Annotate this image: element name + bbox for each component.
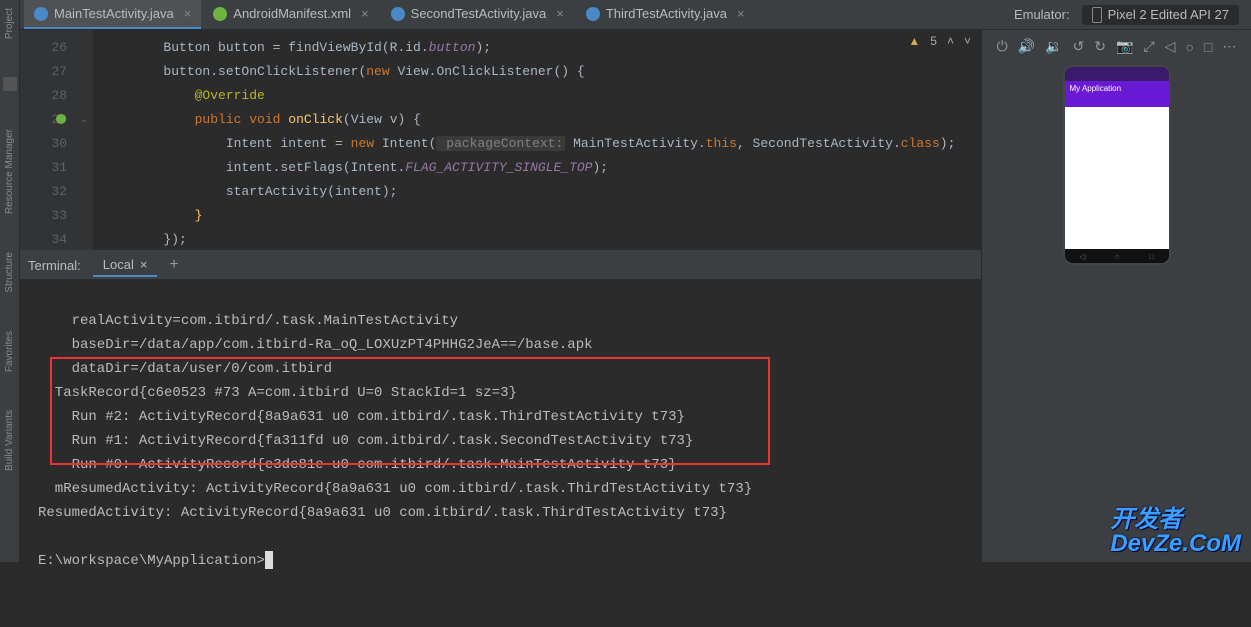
java-file-icon bbox=[391, 7, 405, 21]
chevron-up-icon[interactable]: ˄ bbox=[947, 34, 954, 48]
emulator-bar: Emulator: Pixel 2 Edited API 27 bbox=[1014, 0, 1247, 29]
dock-icon[interactable] bbox=[3, 77, 17, 91]
tab-label: ThirdTestActivity.java bbox=[606, 6, 727, 21]
back-icon[interactable]: ◁ bbox=[1165, 38, 1176, 55]
terminal-label: Terminal: bbox=[28, 258, 81, 273]
terminal-line: realActivity=com.itbird/.task.MainTestAc… bbox=[38, 313, 458, 329]
terminal-prompt: E:\workspace\MyApplication> bbox=[38, 553, 265, 569]
close-icon[interactable]: × bbox=[737, 6, 745, 21]
chevron-down-icon[interactable]: ˅ bbox=[964, 34, 971, 48]
left-dock: Project Resource Manager Structure Favor… bbox=[0, 0, 20, 562]
phone-icon bbox=[1092, 7, 1102, 23]
tab-main-test-activity[interactable]: MainTestActivity.java × bbox=[24, 0, 201, 29]
volume-down-icon[interactable]: 🔉 bbox=[1045, 38, 1062, 55]
terminal-cursor bbox=[265, 551, 273, 569]
more-icon[interactable]: ⋯ bbox=[1222, 38, 1236, 55]
tab-android-manifest[interactable]: AndroidManifest.xml × bbox=[203, 0, 378, 29]
dock-project[interactable]: Project bbox=[4, 4, 15, 43]
tab-label: AndroidManifest.xml bbox=[233, 6, 351, 21]
zoom-icon[interactable]: ⤢ bbox=[1143, 38, 1154, 55]
add-terminal-button[interactable]: + bbox=[169, 256, 178, 274]
terminal-line: ResumedActivity: ActivityRecord{8a9a631 … bbox=[38, 505, 727, 521]
tab-third-test-activity[interactable]: ThirdTestActivity.java × bbox=[576, 0, 755, 29]
close-icon[interactable]: × bbox=[556, 6, 564, 21]
terminal-line: Run #1: ActivityRecord{fa311fd u0 com.it… bbox=[38, 433, 693, 449]
code-editor[interactable]: ▲ 5 ˄ ˅ 26 27 28 29 30 31 32 33 34 bbox=[20, 30, 981, 250]
rotate-left-icon[interactable]: ↺ bbox=[1073, 38, 1085, 55]
close-icon[interactable]: × bbox=[140, 257, 148, 272]
phone-statusbar bbox=[1065, 67, 1169, 81]
home-icon[interactable]: ○ bbox=[1185, 39, 1193, 55]
terminal-panel: Terminal: Local × + realActivity=com.itb… bbox=[20, 250, 981, 627]
terminal-tab-local[interactable]: Local × bbox=[93, 254, 158, 277]
editor-tab-bar: MainTestActivity.java × AndroidManifest.… bbox=[20, 0, 1251, 30]
dock-favorites[interactable]: Favorites bbox=[4, 327, 15, 376]
fold-gutter[interactable]: ⌄ bbox=[75, 30, 93, 250]
close-icon[interactable]: × bbox=[184, 6, 192, 21]
phone-screen[interactable] bbox=[1065, 107, 1169, 249]
main-column: MainTestActivity.java × AndroidManifest.… bbox=[20, 0, 1251, 562]
terminal-line: Run #2: ActivityRecord{8a9a631 u0 com.it… bbox=[38, 409, 685, 425]
terminal-line: Run #0: ActivityRecord{e3dc81e u0 com.it… bbox=[38, 457, 677, 473]
device-name: Pixel 2 Edited API 27 bbox=[1108, 7, 1229, 22]
terminal-line: baseDir=/data/app/com.itbird-Ra_oQ_LOXUz… bbox=[38, 337, 593, 353]
java-file-icon bbox=[34, 7, 48, 21]
terminal-line: dataDir=/data/user/0/com.itbird bbox=[38, 361, 332, 377]
warning-icon: ▲ bbox=[908, 34, 920, 48]
power-icon[interactable]: ⏻ bbox=[997, 38, 1008, 55]
xml-file-icon bbox=[213, 7, 227, 21]
tab-second-test-activity[interactable]: SecondTestActivity.java × bbox=[381, 0, 574, 29]
emulator-label: Emulator: bbox=[1014, 7, 1070, 22]
screenshot-icon[interactable]: 📷 bbox=[1116, 38, 1133, 55]
terminal-body[interactable]: realActivity=com.itbird/.task.MainTestAc… bbox=[20, 279, 981, 627]
dock-structure[interactable]: Structure bbox=[4, 248, 15, 297]
dock-build-variants[interactable]: Build Variants bbox=[4, 406, 15, 475]
warning-count: 5 bbox=[930, 34, 937, 48]
phone-appbar: My Application bbox=[1065, 81, 1169, 107]
overview-icon[interactable]: □ bbox=[1204, 39, 1212, 55]
breakpoint-icon[interactable] bbox=[56, 114, 66, 124]
rotate-right-icon[interactable]: ↻ bbox=[1094, 38, 1106, 55]
code-content[interactable]: Button button = findViewById(R.id.button… bbox=[93, 30, 963, 250]
emulator-toolbar: ⏻ 🔊 🔉 ↺ ↻ 📷 ⤢ ◁ ○ □ ⋯ bbox=[993, 34, 1241, 59]
close-icon[interactable]: × bbox=[361, 6, 369, 21]
java-file-icon bbox=[586, 7, 600, 21]
tab-label: SecondTestActivity.java bbox=[411, 6, 547, 21]
terminal-line: mResumedActivity: ActivityRecord{8a9a631… bbox=[38, 481, 752, 497]
tab-label: MainTestActivity.java bbox=[54, 6, 174, 21]
terminal-line: TaskRecord{c6e0523 #73 A=com.itbird U=0 … bbox=[38, 385, 517, 401]
emulator-panel: ⏻ 🔊 🔉 ↺ ↻ 📷 ⤢ ◁ ○ □ ⋯ My Application ◁○□ bbox=[981, 30, 1251, 562]
inspection-widget[interactable]: ▲ 5 ˄ ˅ bbox=[908, 34, 971, 48]
phone-navbar[interactable]: ◁○□ bbox=[1065, 249, 1169, 263]
volume-up-icon[interactable]: 🔊 bbox=[1018, 38, 1035, 55]
phone-frame[interactable]: My Application ◁○□ bbox=[1063, 65, 1171, 265]
terminal-tabs: Terminal: Local × + bbox=[20, 251, 981, 279]
dock-resource-manager[interactable]: Resource Manager bbox=[4, 125, 15, 218]
line-gutter[interactable]: 26 27 28 29 30 31 32 33 34 bbox=[20, 30, 75, 250]
device-selector[interactable]: Pixel 2 Edited API 27 bbox=[1082, 5, 1239, 25]
